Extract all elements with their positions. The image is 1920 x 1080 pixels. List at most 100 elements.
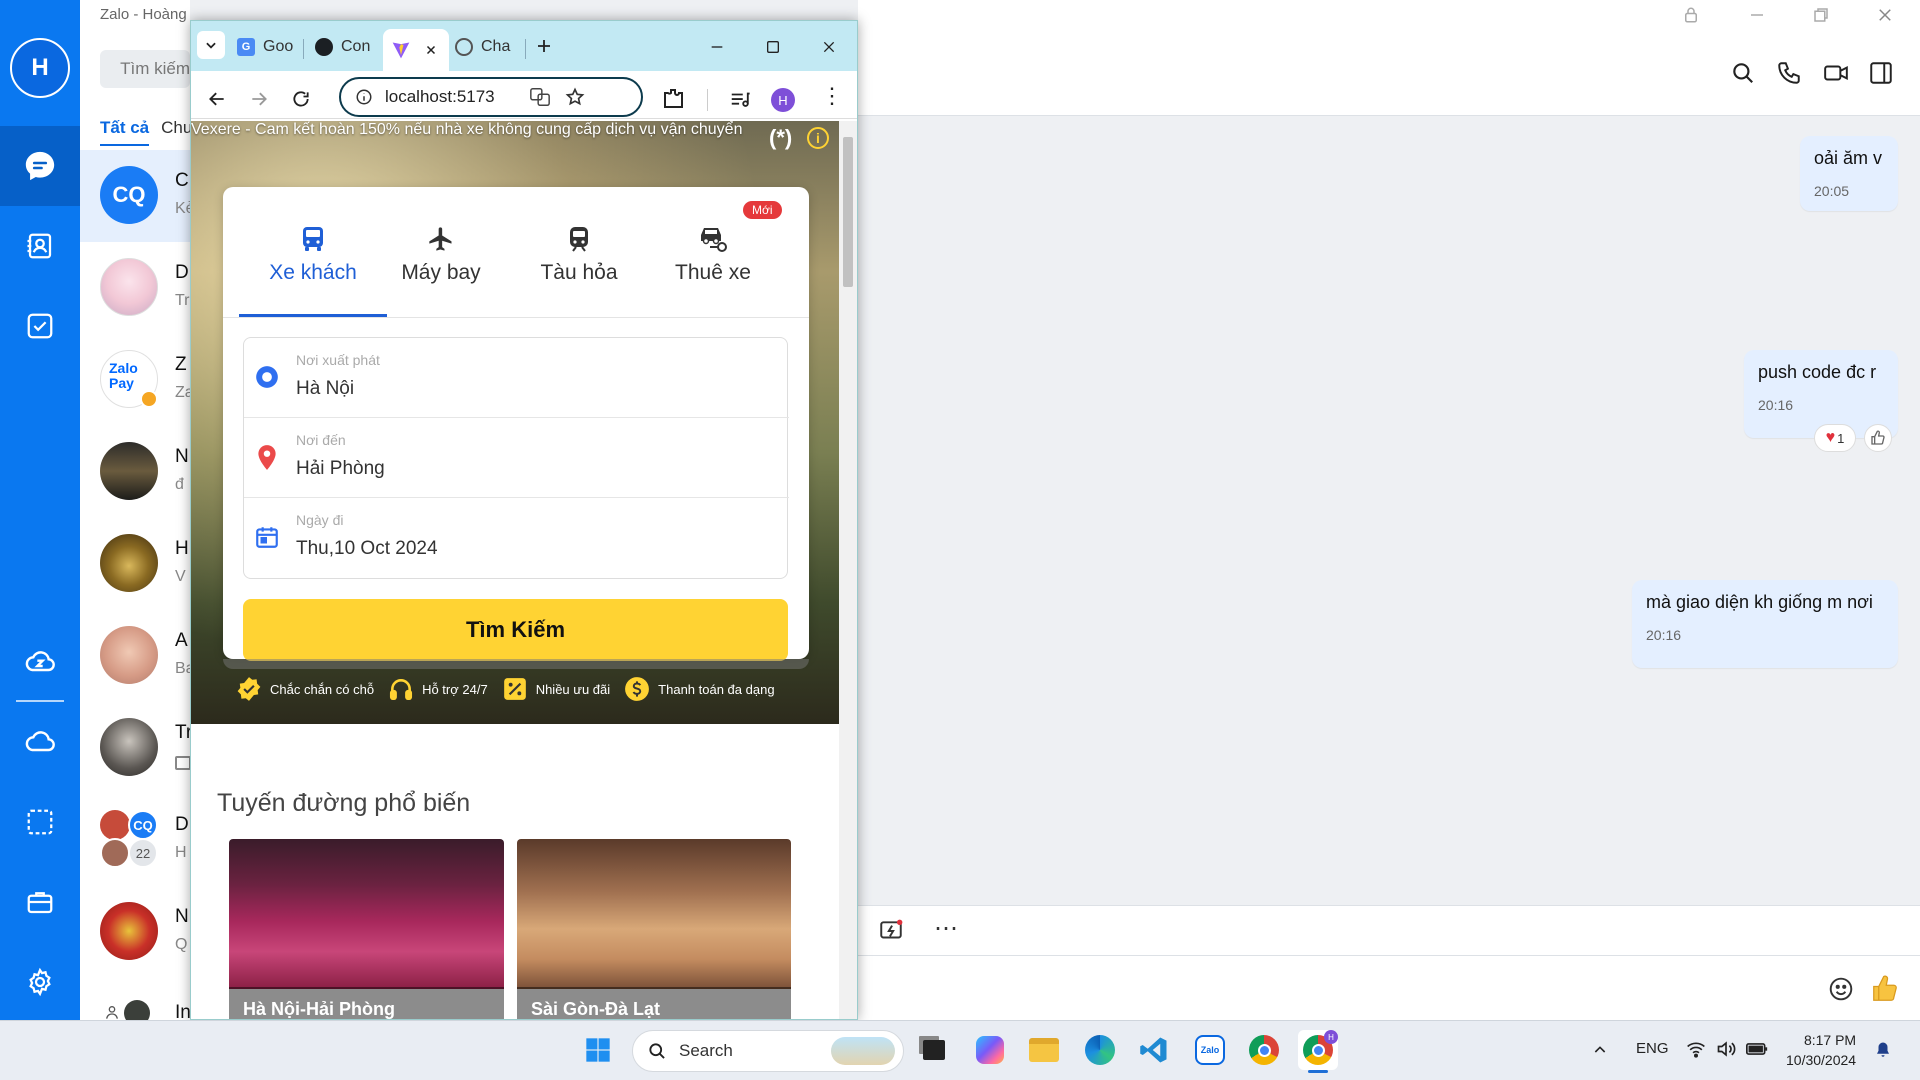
conversation-item[interactable]: H V [80, 518, 190, 610]
conversation-item[interactable]: CQ 22 D H [80, 794, 190, 886]
conversation-item[interactable]: In [80, 978, 190, 1020]
thumbs-up-icon [1871, 430, 1885, 445]
route-card[interactable]: Hà Nội-Hải Phòng [229, 839, 504, 1019]
url-field[interactable]: localhost:5173 [339, 77, 643, 117]
conversation-search[interactable]: Tìm kiếm [100, 50, 190, 88]
messages-nav-button[interactable] [0, 126, 80, 206]
wifi-icon[interactable] [1686, 1040, 1706, 1058]
conversation-item[interactable]: Tr [80, 702, 192, 794]
phone-icon[interactable] [1776, 60, 1802, 86]
emoji-icon[interactable] [1828, 976, 1854, 1002]
scrollbar-thumb[interactable] [843, 137, 853, 287]
translate-icon[interactable] [529, 86, 551, 108]
like-reaction-button[interactable] [1864, 424, 1892, 452]
vscode-icon[interactable] [1134, 1030, 1174, 1070]
conversation-item[interactable]: Zalo Pay Z Za [80, 334, 194, 426]
edge-icon[interactable] [1080, 1030, 1120, 1070]
reload-icon[interactable] [291, 89, 311, 109]
tab-separator [303, 39, 304, 59]
conversation-item[interactable]: N Q [80, 886, 190, 978]
zcloud-nav-button[interactable] [0, 622, 80, 702]
mode-tab-car-rental[interactable]: Thuê xe [639, 207, 787, 317]
profile-avatar[interactable]: H [771, 88, 795, 112]
todo-nav-button[interactable] [0, 286, 80, 366]
destination-field[interactable]: Nơi đến Hải Phòng [244, 418, 789, 498]
conversation-item[interactable]: A Ba [80, 610, 195, 702]
new-tab-icon[interactable] [535, 37, 553, 55]
windows-start-icon[interactable] [578, 1030, 618, 1070]
back-icon[interactable] [207, 89, 227, 109]
close-tab-icon[interactable] [425, 44, 437, 56]
conversation-item[interactable]: N đ [80, 426, 190, 518]
conversation-item[interactable]: CQ C Kẻ [80, 150, 195, 242]
quick-message-icon[interactable] [878, 918, 904, 944]
lock-icon[interactable] [1682, 6, 1700, 24]
restore-icon[interactable] [1812, 6, 1830, 24]
chevron-up-icon[interactable] [1592, 1042, 1608, 1058]
search-icon[interactable] [1730, 60, 1756, 86]
minimize-icon[interactable] [1748, 6, 1766, 24]
tab-separator [525, 39, 526, 59]
maximize-icon[interactable] [765, 39, 781, 55]
file-explorer-icon[interactable] [1024, 1030, 1064, 1070]
mode-tab-train[interactable]: Tàu hỏa [505, 207, 653, 317]
screenshot-nav-button[interactable] [0, 782, 80, 862]
conversation-snippet: đ [175, 476, 184, 493]
user-avatar[interactable]: H [10, 38, 70, 98]
close-window-icon[interactable] [821, 39, 837, 55]
zalo-icon[interactable]: Zalo [1190, 1030, 1230, 1070]
bookmark-star-icon[interactable] [565, 87, 585, 107]
tab-search-button[interactable] [197, 31, 225, 59]
minimize-icon[interactable] [709, 39, 725, 55]
mode-tab-flight[interactable]: Máy bay [367, 207, 515, 317]
date-field[interactable]: Ngày đi Thu,10 Oct 2024 [244, 498, 789, 578]
cloud-nav-button[interactable] [0, 702, 80, 782]
conversation-avatar [100, 626, 158, 684]
system-clock[interactable]: 8:17 PM 10/30/2024 [1786, 1030, 1856, 1070]
volume-icon[interactable] [1716, 1040, 1736, 1058]
contacts-nav-button[interactable] [0, 206, 80, 286]
notification-bell-icon[interactable] [1874, 1040, 1892, 1060]
conversation-title: A [175, 630, 188, 651]
browser-tab[interactable]: Con [315, 29, 377, 65]
input-language[interactable]: ENG [1636, 1040, 1669, 1057]
video-call-icon[interactable] [1822, 60, 1850, 86]
browser-tab[interactable]: G Goo [237, 29, 301, 65]
media-control-icon[interactable] [729, 89, 751, 111]
message-bubble[interactable]: mà giao diện kh giống m nơi 20:16 [1632, 580, 1898, 668]
copilot-icon[interactable] [970, 1030, 1010, 1070]
tab-all[interactable]: Tất cả [100, 118, 150, 146]
browser-tab-active[interactable] [383, 29, 449, 71]
chrome-menu-icon[interactable]: ⋮ [821, 85, 843, 107]
more-options-icon[interactable]: ⋯ [934, 914, 959, 943]
taskbar-search[interactable]: Search [632, 1030, 904, 1072]
browser-tab[interactable]: Cha [455, 29, 519, 65]
conversation-item[interactable]: D Tr [80, 242, 190, 334]
chrome-icon[interactable] [1244, 1030, 1284, 1070]
close-icon[interactable] [1876, 6, 1894, 24]
chrome-profile-icon[interactable]: H [1298, 1030, 1338, 1070]
checkbox-icon [27, 313, 53, 339]
message-input[interactable] [858, 955, 1920, 1020]
route-card[interactable]: Sài Gòn-Đà Lạt [517, 839, 791, 1019]
settings-nav-button[interactable] [0, 942, 80, 1022]
task-view-icon[interactable] [914, 1030, 954, 1070]
forward-icon[interactable] [249, 89, 269, 109]
location-pin-icon [258, 445, 276, 470]
sidebar-toggle-icon[interactable] [1868, 60, 1894, 86]
mode-tab-bus[interactable]: Xe khách [239, 207, 387, 317]
toolbar-separator [707, 89, 708, 111]
message-bubble[interactable]: oải ăm v 20:05 [1800, 136, 1898, 211]
extensions-icon[interactable] [661, 87, 685, 111]
reaction-badge[interactable]: ♥ 1 [1814, 424, 1856, 452]
message-time: 20:16 [1758, 397, 1794, 413]
info-icon[interactable]: i [807, 127, 829, 149]
search-button[interactable]: Tìm Kiếm [243, 599, 788, 661]
tools-nav-button[interactable] [0, 862, 80, 942]
battery-icon[interactable] [1746, 1041, 1768, 1057]
origin-field[interactable]: Nơi xuất phát Hà Nội [244, 338, 789, 418]
thumbs-up-send-icon[interactable] [1870, 974, 1900, 1004]
feature-label: Thanh toán đa dạng [658, 681, 775, 697]
site-info-icon[interactable] [355, 88, 373, 106]
conversation-title: N [175, 906, 189, 927]
